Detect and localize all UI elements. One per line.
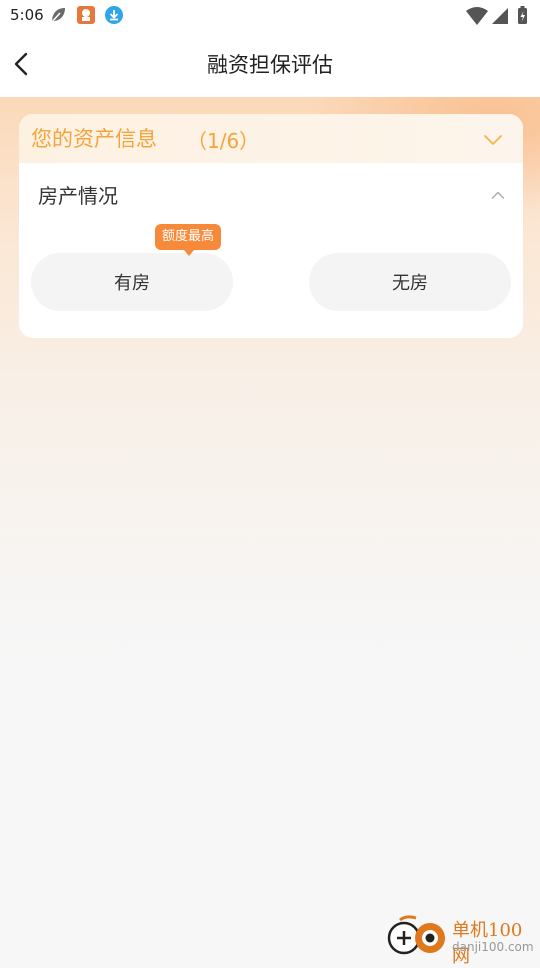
status-time: 5:06 [10,6,44,24]
option-has-property-button[interactable]: 有房 [31,253,233,311]
asset-info-progress: （1/6） [187,129,260,153]
chevron-down-icon[interactable] [483,134,503,146]
signal-icon [492,8,508,24]
asset-info-header[interactable]: 您的资产信息 （1/6） [19,114,523,163]
chevron-up-icon[interactable] [491,190,505,200]
watermark: 单机100网 danji100.com [386,914,536,967]
watermark-logo-icon [387,915,445,955]
download-icon [105,6,123,24]
watermark-url: danji100.com [452,940,534,954]
leaf-icon [50,8,65,24]
system-indicators [466,6,527,25]
status-bar: 5:06 [0,0,540,32]
page-title: 融资担保评估 [207,53,333,77]
option-no-property-button[interactable]: 无房 [309,253,511,311]
asset-info-card: 您的资产信息 （1/6） 房产情况 有房 无房 额度最高 [19,114,523,338]
asset-info-title: 您的资产信息 [31,127,157,151]
wifi-icon [466,7,488,25]
property-section-title: 房产情况 [38,184,118,208]
app-notification-icon [77,6,95,24]
nav-bar: 融资担保评估 [0,32,540,97]
highest-limit-badge: 额度最高 [155,224,222,256]
